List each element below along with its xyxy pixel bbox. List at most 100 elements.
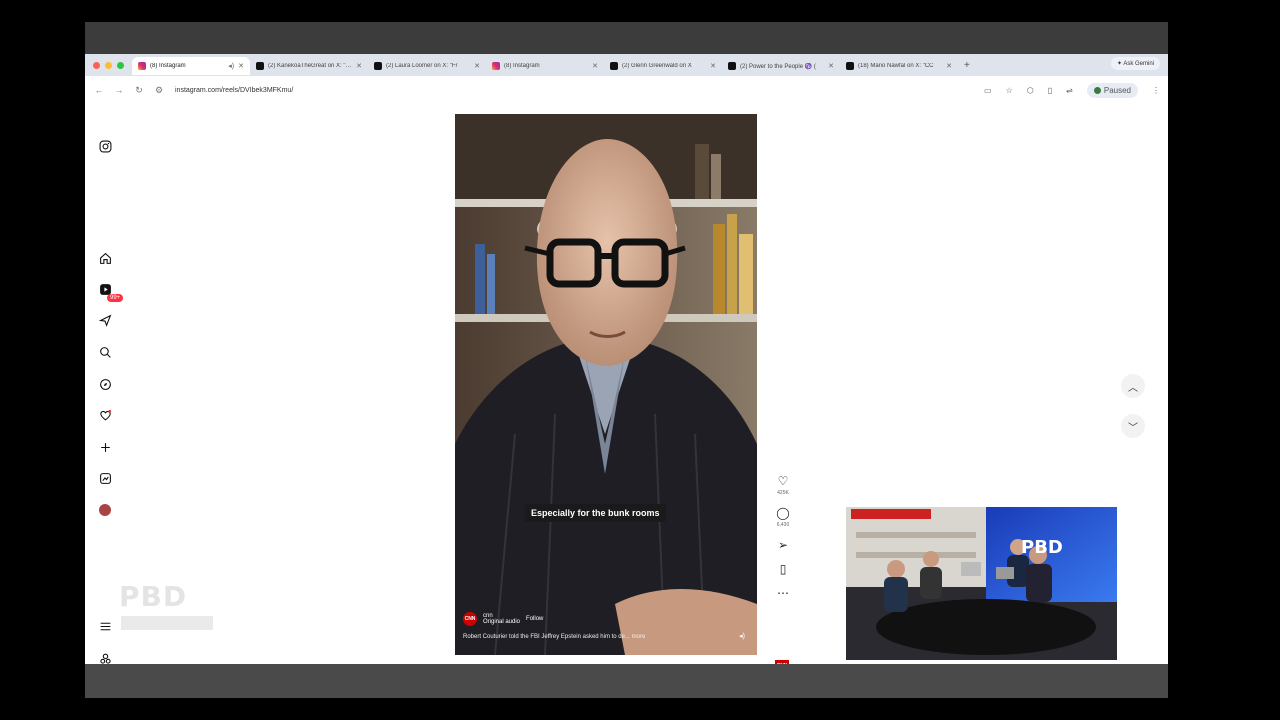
messages-icon[interactable]	[97, 312, 113, 328]
next-reel-button[interactable]: ﹀	[1121, 414, 1145, 438]
search-icon[interactable]	[97, 344, 113, 360]
instagram-page: 99+ PBD Especially for the bunk rooms CN…	[85, 104, 1168, 672]
instagram-logo-icon[interactable]	[97, 138, 113, 154]
mute-icon[interactable]: ◂)	[739, 632, 745, 640]
tab-bar: (8) Instagram ◂) ✕ (2) KanekoaTheGreat o…	[85, 54, 1168, 76]
x-icon	[374, 62, 382, 70]
profile-paused-button[interactable]: Paused	[1086, 82, 1138, 98]
ask-gemini-label: Ask Gemini	[1123, 61, 1154, 67]
extensions-icon[interactable]: ⬡	[1027, 86, 1034, 95]
comment-icon[interactable]: ◯	[776, 506, 789, 520]
share-action[interactable]: ➢	[773, 538, 793, 552]
site-info-icon[interactable]: ⚙	[153, 85, 165, 96]
pip-frame-illustration	[846, 507, 1117, 660]
watermark-subtitle-block	[121, 616, 213, 630]
pbd-watermark: PBD	[119, 580, 188, 613]
reel-author: CNN cnn Original audio Follow	[463, 612, 543, 626]
reload-icon[interactable]: ↻	[133, 85, 145, 96]
bottom-frame	[85, 664, 1168, 698]
audio-label[interactable]: Original audio	[483, 619, 520, 625]
more-options[interactable]: ⋯	[773, 586, 793, 600]
video-caption: Especially for the bunk rooms	[525, 504, 666, 522]
close-tab-icon[interactable]: ✕	[946, 62, 952, 70]
heart-icon[interactable]	[97, 407, 113, 423]
x-icon	[256, 62, 264, 70]
home-icon[interactable]	[97, 250, 113, 266]
speaker-icon[interactable]: ◂)	[228, 62, 234, 70]
close-tab-icon[interactable]: ✕	[828, 62, 834, 70]
reel-actions: ♡ 425K ◯ 6,430 ➢ ▯ ⋯	[773, 474, 793, 610]
cast-icon[interactable]: ▭	[984, 86, 992, 95]
follow-button[interactable]: Follow	[526, 616, 543, 622]
menu-icon[interactable]	[97, 618, 113, 634]
comment-action[interactable]: ◯ 6,430	[773, 506, 793, 528]
explore-icon[interactable]	[97, 376, 113, 392]
reel-video[interactable]: Especially for the bunk rooms CNN cnn Or…	[455, 114, 757, 655]
bookmark-star-icon[interactable]: ☆	[1006, 86, 1013, 95]
more-dots-icon[interactable]: ⋯	[777, 586, 789, 600]
tab-0[interactable]: (8) Instagram ◂) ✕	[132, 57, 250, 75]
close-tab-icon[interactable]: ✕	[710, 62, 716, 70]
address-bar: ← → ↻ ⚙ instagram.com/reels/DVIbek3MFKmu…	[85, 76, 1168, 104]
notification-badge: 99+	[107, 294, 124, 302]
more-link[interactable]: more	[632, 634, 646, 640]
tab-2[interactable]: (2) Laura Loomer on X: "Fr ✕	[368, 57, 486, 75]
profile-avatar-icon[interactable]	[97, 502, 113, 518]
tab-title: (8) Instagram	[504, 63, 540, 69]
minimize-window-button[interactable]	[105, 61, 112, 69]
back-icon[interactable]: ←	[93, 85, 105, 95]
share-icon[interactable]: ➢	[778, 538, 788, 552]
x-icon	[846, 62, 854, 70]
like-count: 425K	[777, 490, 789, 496]
close-tab-icon[interactable]: ✕	[592, 62, 598, 70]
x-icon	[610, 62, 618, 70]
new-tab-icon[interactable]: +	[964, 60, 970, 71]
tab-title: (18) Mario Nawfal on X: "CC	[858, 63, 934, 69]
bookmark-icon[interactable]: ▯	[780, 562, 787, 576]
tab-1[interactable]: (2) KanekoaTheGreat on X: "Ro ✕	[250, 57, 368, 75]
close-window-button[interactable]	[93, 61, 100, 69]
profile-avatar	[1093, 86, 1101, 94]
tab-title: (2) Glenn Greenwald on X	[622, 63, 692, 69]
paused-label: Paused	[1103, 85, 1131, 95]
x-icon	[728, 62, 736, 70]
window-frame	[85, 22, 1168, 54]
cnn-avatar[interactable]: CNN	[463, 612, 477, 626]
tab-4[interactable]: (2) Glenn Greenwald on X ✕	[604, 57, 722, 75]
close-tab-icon[interactable]: ✕	[238, 62, 244, 70]
dashboard-icon[interactable]	[97, 470, 113, 486]
instagram-icon	[492, 62, 500, 70]
side-panel-icon[interactable]: ▯	[1048, 86, 1052, 95]
like-action[interactable]: ♡ 425K	[773, 474, 793, 496]
screen: (8) Instagram ◂) ✕ (2) KanekoaTheGreat o…	[85, 22, 1168, 698]
close-tab-icon[interactable]: ✕	[474, 62, 480, 70]
tab-3[interactable]: (8) Instagram ✕	[486, 57, 604, 75]
save-action[interactable]: ▯	[773, 562, 793, 576]
window-controls	[85, 61, 132, 69]
tab-title: (2) Laura Loomer on X: "Fr	[386, 63, 458, 69]
pip-logo-text: PBD	[1021, 537, 1063, 558]
description-text: Robert Couturier told the FBI Jeffrey Ep…	[463, 634, 630, 640]
menu-dots-icon[interactable]: ⋮	[1152, 86, 1160, 95]
tab-title: (8) Instagram	[150, 63, 186, 69]
ask-gemini-button[interactable]: ✦ Ask Gemini	[1110, 57, 1160, 70]
tab-5[interactable]: (2) Power to the People ♑ ( ✕	[722, 57, 840, 75]
tab-title: (2) KanekoaTheGreat on X: "Ro	[268, 63, 353, 69]
toolbar-icons: ▭ ☆ ⬡ ▯ ⇌ Paused ⋮	[984, 82, 1160, 98]
video-frame-illustration	[455, 114, 757, 655]
reel-description: Robert Couturier told the FBI Jeffrey Ep…	[463, 634, 645, 640]
instagram-icon	[138, 62, 146, 70]
previous-reel-button[interactable]: ︿	[1121, 374, 1145, 398]
maximize-window-button[interactable]	[117, 61, 124, 69]
heart-icon[interactable]: ♡	[778, 474, 789, 488]
tab-search-icon[interactable]: ⇌	[1066, 86, 1073, 95]
forward-icon[interactable]: →	[113, 85, 125, 95]
create-icon[interactable]	[97, 439, 113, 455]
comment-count: 6,430	[776, 522, 790, 528]
tab-title: (2) Power to the People ♑ (	[740, 63, 816, 70]
avatar	[99, 504, 111, 516]
close-tab-icon[interactable]: ✕	[356, 62, 362, 70]
url-field[interactable]: instagram.com/reels/DVIbek3MFKmu/	[175, 87, 984, 94]
picture-in-picture-video[interactable]: PBD	[846, 507, 1117, 660]
tab-6[interactable]: (18) Mario Nawfal on X: "CC ✕	[840, 57, 958, 75]
